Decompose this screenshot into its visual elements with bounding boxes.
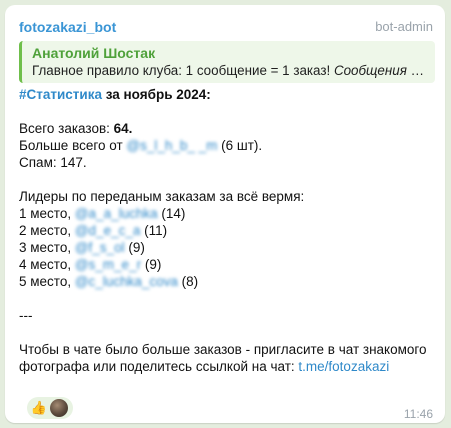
reaction-chip[interactable]: 👍 <box>27 397 73 419</box>
hashtag-link[interactable]: #Статистика <box>19 87 102 102</box>
reply-quote[interactable]: Анатолий Шостак Главное правило клуба: 1… <box>19 41 435 83</box>
message-time: 11:46 <box>403 407 433 421</box>
reply-text: Главное правило клуба: 1 сообщение = 1 з… <box>32 62 427 79</box>
sender-badge: bot-admin <box>375 19 433 34</box>
leader-row: 1 место, @a_a_luchka (14) <box>19 205 439 222</box>
leader-place: 5 место, <box>19 274 75 289</box>
total-value: 64. <box>113 121 133 136</box>
total-label: Всего заказов: <box>19 121 114 136</box>
avatar <box>50 399 68 417</box>
reply-author: Анатолий Шостак <box>32 45 156 61</box>
leader-mention-link[interactable]: @c_luchka_cova <box>75 274 178 289</box>
heading-text: за ноябрь 2024: <box>101 87 211 102</box>
sender-name[interactable]: fotozakazi_bot <box>19 19 116 35</box>
leader-mention-link[interactable]: @f_s_ol <box>75 240 125 255</box>
leader-place: 1 место, <box>19 206 75 221</box>
leader-mention-link[interactable]: @d_e_c_a <box>75 223 141 238</box>
leader-count: (9) <box>124 240 145 255</box>
leader-mention-link[interactable]: @a_a_luchka <box>75 206 158 221</box>
reply-text-plain: Главное правило клуба: 1 сообщение = 1 з… <box>32 63 334 78</box>
leader-count: (11) <box>140 223 168 238</box>
total-orders: Всего заказов: 64. <box>19 120 439 137</box>
leader-count: (14) <box>157 206 186 221</box>
leader-place: 3 место, <box>19 240 75 255</box>
stats-heading: #Статистика за ноябрь 2024: <box>19 86 439 103</box>
most-orders: Больше всего от @s_l_h_b_ _m (6 шт). <box>19 137 439 154</box>
separator-text: --- <box>19 308 33 323</box>
leader-place: 4 место, <box>19 257 75 272</box>
leaders-list: 1 место, @a_a_luchka (14) 2 место, @d_e_… <box>19 205 439 290</box>
leader-row: 3 место, @f_s_ol (9) <box>19 239 439 256</box>
leader-row: 2 место, @d_e_c_a (11) <box>19 222 439 239</box>
leader-row: 4 место, @s_m_e_r (9) <box>19 256 439 273</box>
message-body: #Статистика за ноябрь 2024: Всего заказо… <box>19 86 439 375</box>
footer-text: Чтобы в чате было больше заказов - пригл… <box>19 341 439 375</box>
leader-count: (8) <box>177 274 199 289</box>
most-mention-link[interactable]: @s_l_h_b_ _m <box>126 138 217 153</box>
thumbs-up-icon: 👍 <box>30 400 48 415</box>
leader-count: (9) <box>141 257 162 272</box>
most-label: Больше всего от <box>19 138 127 153</box>
message-bubble[interactable]: fotozakazi_bot bot-admin Анатолий Шостак… <box>5 5 445 423</box>
leader-mention-link[interactable]: @s_m_e_r <box>75 257 141 272</box>
spam-count: Спам: 147. <box>19 155 87 170</box>
most-count: (6 шт). <box>217 138 263 153</box>
leader-place: 2 место, <box>19 223 75 238</box>
reply-text-italic: Сообщения н... <box>333 63 427 78</box>
leaders-title: Лидеры по переданым заказам за всё вермя… <box>19 189 305 204</box>
chat-invite-link[interactable]: t.me/fotozakazi <box>298 359 389 374</box>
leader-row: 5 место, @c_luchka_cova (8) <box>19 273 439 290</box>
